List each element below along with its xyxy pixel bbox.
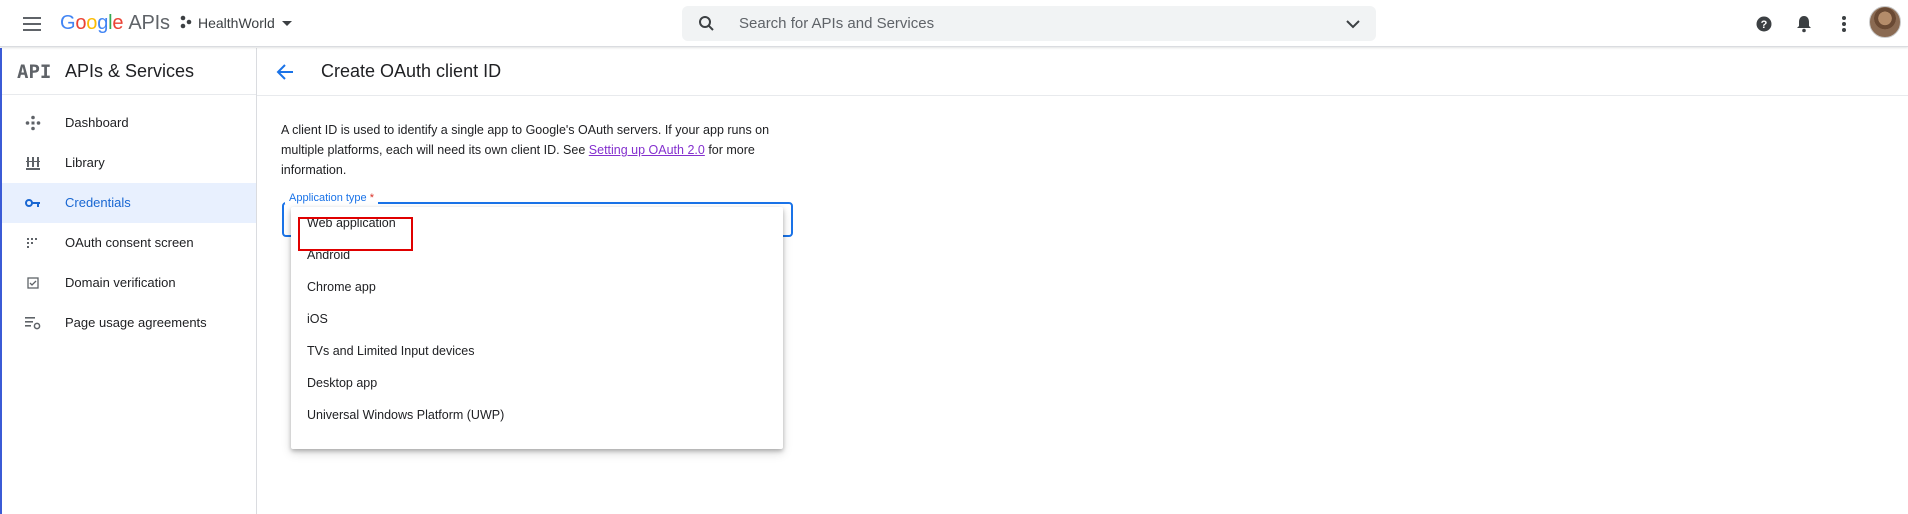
option-label: Desktop app (307, 376, 378, 390)
google-apis-logo[interactable]: Google APIs (60, 10, 170, 36)
option-android[interactable]: Android (291, 239, 783, 271)
google-letter: G (60, 11, 76, 34)
option-label: Chrome app (307, 280, 376, 294)
more-vert-icon[interactable] (1832, 12, 1856, 36)
option-label: iOS (307, 312, 328, 326)
option-desktop-app[interactable]: Desktop app (291, 367, 783, 399)
consent-icon (25, 235, 41, 251)
option-label: Universal Windows Platform (UWP) (307, 408, 505, 422)
application-type-dropdown: Web application Android Chrome app iOS T… (291, 207, 783, 449)
menu-icon[interactable] (18, 10, 46, 38)
required-marker: * (369, 192, 375, 204)
option-label: Android (307, 248, 351, 262)
sidebar-title: APIs & Services (65, 61, 195, 81)
project-name: HealthWorld (198, 15, 275, 31)
intro-text: A client ID is used to identify a single… (281, 120, 801, 180)
project-selector[interactable]: HealthWorld (180, 12, 293, 34)
option-uwp[interactable]: Universal Windows Platform (UWP) (291, 399, 783, 431)
sidebar-item-label: Library (65, 155, 105, 170)
settings-list-icon (25, 315, 41, 331)
api-mark-icon: API (17, 61, 52, 83)
dashboard-icon (25, 115, 41, 131)
page-title: Create OAuth client ID (321, 61, 502, 81)
apis-wordmark: APIs (128, 11, 170, 34)
chevron-down-icon[interactable] (1344, 15, 1362, 38)
field-label-text: Application type (289, 192, 367, 204)
sidebar-item-page-usage-agreements[interactable]: Page usage agreements (0, 303, 256, 343)
search-bar[interactable] (682, 6, 1376, 41)
sidebar-item-label: Dashboard (65, 115, 129, 130)
option-web-application[interactable]: Web application (291, 207, 783, 239)
checkbox-icon (25, 275, 41, 291)
sidebar-item-label: Credentials (65, 195, 131, 210)
search-input[interactable] (737, 6, 1297, 41)
sidebar: API APIs & Services Dashboard Library Cr… (0, 48, 257, 514)
application-type-label: Application type * (285, 192, 379, 204)
option-tvs-limited-input[interactable]: TVs and Limited Input devices (291, 335, 783, 367)
sidebar-item-library[interactable]: Library (0, 143, 256, 183)
google-letter: o (75, 11, 87, 34)
bell-icon[interactable] (1792, 12, 1816, 36)
help-icon[interactable]: ? (1752, 12, 1776, 36)
key-icon (25, 195, 41, 211)
sidebar-item-oauth-consent-screen[interactable]: OAuth consent screen (0, 223, 256, 263)
google-wordmark: Google (60, 11, 124, 35)
sidebar-item-label: OAuth consent screen (65, 235, 194, 250)
google-letter: e (112, 11, 124, 34)
option-label: TVs and Limited Input devices (307, 344, 475, 358)
caret-down-icon (281, 15, 293, 31)
option-chrome-app[interactable]: Chrome app (291, 271, 783, 303)
window-edge (0, 48, 2, 514)
option-ios[interactable]: iOS (291, 303, 783, 335)
sidebar-item-domain-verification[interactable]: Domain verification (0, 263, 256, 303)
project-icon (180, 15, 192, 32)
sidebar-item-credentials[interactable]: Credentials (0, 183, 256, 223)
page-header: Create OAuth client ID (257, 48, 1908, 96)
google-letter: g (97, 11, 109, 34)
setting-up-oauth-link[interactable]: Setting up OAuth 2.0 (589, 143, 705, 157)
svg-text:?: ? (1761, 19, 1768, 31)
sidebar-header: API APIs & Services (0, 48, 256, 95)
avatar[interactable] (1869, 6, 1901, 38)
search-icon (698, 15, 715, 37)
top-bar: Google APIs HealthWorld ? (0, 0, 1908, 47)
google-letter: o (86, 11, 98, 34)
sidebar-item-label: Domain verification (65, 275, 176, 290)
arrow-back-icon[interactable] (273, 60, 297, 84)
library-icon (25, 155, 41, 171)
option-label: Web application (307, 216, 396, 230)
sidebar-item-label: Page usage agreements (65, 315, 207, 330)
sidebar-item-dashboard[interactable]: Dashboard (0, 103, 256, 143)
